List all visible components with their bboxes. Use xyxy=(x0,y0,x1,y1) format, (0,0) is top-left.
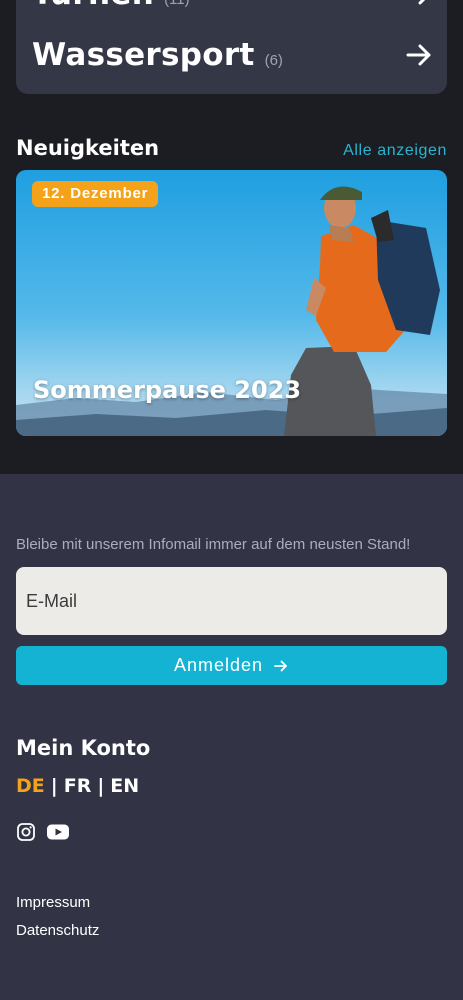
news-heading: Neuigkeiten xyxy=(16,136,160,160)
category-label: Turnen(11) xyxy=(32,0,190,12)
date-badge: 12. Dezember xyxy=(32,181,159,207)
footer: Bleibe mit unserem Infomail immer auf de… xyxy=(0,474,463,1000)
lang-en[interactable]: EN xyxy=(110,775,139,797)
lang-de[interactable]: DE xyxy=(16,775,45,797)
account-heading: Mein Konto xyxy=(16,736,151,760)
arrow-right-icon xyxy=(418,0,426,5)
arrow-right-icon xyxy=(274,660,287,671)
newsletter-text: Bleibe mit unserem Infomail immer auf de… xyxy=(16,536,411,553)
imprint-link[interactable]: Impressum xyxy=(16,894,90,911)
lang-separator: | xyxy=(50,775,58,797)
lang-separator: | xyxy=(97,775,105,797)
category-label: Wassersport (6) xyxy=(32,37,283,73)
subscribe-button[interactable]: Anmelden xyxy=(16,646,447,685)
category-row-turnen[interactable]: Turnen(11) xyxy=(32,0,433,12)
news-card[interactable]: 12. Dezember Sommerpause 2023 xyxy=(16,170,447,436)
news-card-title: Sommerpause 2023 xyxy=(33,376,302,404)
email-field[interactable] xyxy=(16,567,447,635)
instagram-icon[interactable] xyxy=(16,822,36,842)
show-all-link[interactable]: Alle anzeigen xyxy=(343,142,447,160)
social-links xyxy=(16,822,70,842)
youtube-icon[interactable] xyxy=(46,823,70,841)
lang-fr[interactable]: FR xyxy=(64,775,92,797)
news-header: Neuigkeiten Alle anzeigen xyxy=(16,136,447,160)
subscribe-button-label: Anmelden xyxy=(173,655,264,675)
language-switcher: DE | FR | EN xyxy=(16,775,139,797)
privacy-link[interactable]: Datenschutz xyxy=(16,922,99,939)
category-row-wassersport[interactable]: Wassersport (6) xyxy=(32,37,433,73)
arrow-right-icon xyxy=(406,44,431,66)
category-card: Turnen(11) Wassersport(6) xyxy=(16,0,447,94)
